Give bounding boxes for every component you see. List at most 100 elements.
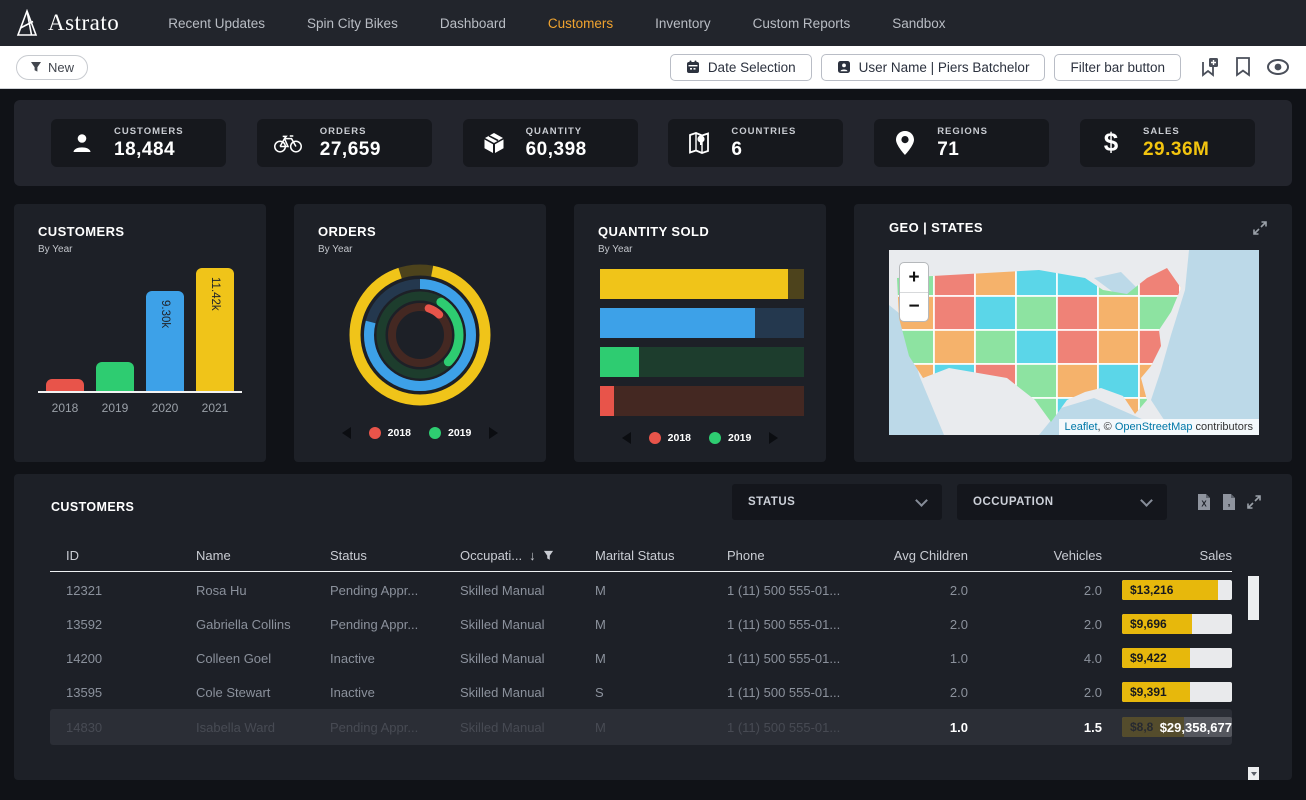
- nav-item-custom-reports[interactable]: Custom Reports: [732, 16, 872, 31]
- kpi-value: 71: [937, 139, 988, 161]
- column-label: Sales: [1199, 548, 1232, 563]
- column-header-marital-status[interactable]: Marital Status: [595, 548, 727, 563]
- quantity-hbar-chart-card[interactable]: QUANTITY SOLD By Year 20182019: [574, 204, 826, 462]
- bicycle-icon: [273, 131, 303, 155]
- legend-item-2018[interactable]: 2018: [369, 427, 411, 439]
- table-row[interactable]: 12321Rosa HuPending Appr...Skilled Manua…: [50, 573, 1232, 607]
- expand-icon[interactable]: [1252, 220, 1268, 236]
- column-header-phone[interactable]: Phone: [727, 548, 847, 563]
- next-arrow-icon[interactable]: [769, 432, 778, 444]
- kpi-card-quantity[interactable]: QUANTITY60,398: [463, 119, 638, 167]
- state-shape[interactable]: [1016, 296, 1057, 330]
- csv-export-icon[interactable]: ,: [1221, 493, 1237, 511]
- bookmark-icon[interactable]: [1233, 56, 1253, 78]
- kpi-card-regions[interactable]: REGIONS71: [874, 119, 1049, 167]
- kpi-card-customers[interactable]: CUSTOMERS18,484: [51, 119, 226, 167]
- date-selection-button[interactable]: Date Selection: [670, 54, 812, 81]
- next-arrow-icon[interactable]: [489, 427, 498, 439]
- kpi-text: COUNTRIES6: [731, 126, 796, 161]
- cell-avg-children: 2.0: [847, 685, 968, 700]
- status-filter-dropdown[interactable]: STATUS: [732, 484, 942, 520]
- hbar-fill: [600, 269, 788, 299]
- column-header-id[interactable]: ID: [50, 548, 196, 563]
- zoom-out-button[interactable]: −: [900, 292, 928, 321]
- bookmark-add-icon[interactable]: [1198, 56, 1220, 78]
- column-header-occupati-[interactable]: Occupati...↓: [460, 548, 595, 563]
- excel-export-icon[interactable]: X: [1196, 493, 1212, 511]
- table-row[interactable]: 13592Gabriella CollinsPending Appr...Ski…: [50, 607, 1232, 641]
- bar-2019[interactable]: [96, 362, 134, 391]
- hbar-2021[interactable]: [600, 269, 804, 299]
- nav-item-customers[interactable]: Customers: [527, 16, 634, 31]
- state-shape[interactable]: [934, 330, 975, 364]
- scrollbar-thumb[interactable]: [1248, 576, 1259, 620]
- sort-desc-icon[interactable]: ↓: [529, 548, 536, 563]
- state-shape[interactable]: [934, 296, 975, 330]
- osm-link[interactable]: OpenStreetMap: [1115, 421, 1193, 433]
- column-header-avg-children[interactable]: Avg Children: [847, 548, 968, 563]
- zoom-in-button[interactable]: +: [900, 263, 928, 292]
- leaflet-map[interactable]: + − Leaflet, © OpenStreetMap contributor…: [889, 250, 1259, 435]
- filter-bar-button[interactable]: Filter bar button: [1054, 54, 1181, 81]
- funnel-icon: [30, 61, 42, 73]
- brand[interactable]: Astrato: [14, 9, 119, 37]
- occupation-filter-dropdown[interactable]: OCCUPATION: [957, 484, 1167, 520]
- state-shape[interactable]: [1057, 296, 1098, 330]
- prev-arrow-icon[interactable]: [342, 427, 351, 439]
- orders-donut-chart-card[interactable]: ORDERS By Year 20182019: [294, 204, 546, 462]
- bar-2021[interactable]: 11.42k: [196, 268, 234, 391]
- column-header-vehicles[interactable]: Vehicles: [968, 548, 1102, 563]
- new-filter-button[interactable]: New: [16, 55, 88, 80]
- customers-bar-chart-card[interactable]: CUSTOMERS By Year 9.30k11.42k 2018201920…: [14, 204, 266, 462]
- sales-bar: $9,696: [1122, 614, 1232, 634]
- state-shape[interactable]: [1098, 330, 1139, 364]
- state-shape[interactable]: [1016, 330, 1057, 364]
- hbar-legend: 2018 2019: [598, 432, 802, 444]
- state-shape[interactable]: [975, 330, 1016, 364]
- kpi-card-sales[interactable]: $SALES29.36M: [1080, 119, 1255, 167]
- scrollbar-down-arrow[interactable]: [1248, 767, 1259, 780]
- table-row[interactable]: 14200Colleen GoelInactiveSkilled ManualM…: [50, 641, 1232, 675]
- geo-states-map-card[interactable]: GEO | STATES + − Leaflet, © OpenStreetMa…: [854, 204, 1292, 462]
- eye-icon[interactable]: [1266, 58, 1290, 76]
- table-row[interactable]: 13595Cole StewartInactiveSkilled ManualS…: [50, 675, 1232, 709]
- cell-occupation: Skilled Manual: [460, 685, 595, 700]
- charts-row: CUSTOMERS By Year 9.30k11.42k 2018201920…: [14, 204, 1292, 462]
- hbar-2018[interactable]: [600, 386, 804, 416]
- kpi-strip: CUSTOMERS18,484 ORDERS27,659 QUANTITY60,39…: [14, 100, 1292, 186]
- column-header-status[interactable]: Status: [330, 548, 460, 563]
- nav-item-sandbox[interactable]: Sandbox: [871, 16, 966, 31]
- column-header-name[interactable]: Name: [196, 548, 330, 563]
- bar-2020[interactable]: 9.30k: [146, 291, 184, 391]
- cell-phone: 1 (11) 500 555-01...: [727, 617, 847, 632]
- chart-subtitle: By Year: [318, 244, 522, 255]
- nav-item-inventory[interactable]: Inventory: [634, 16, 732, 31]
- legend-item-2018[interactable]: 2018: [649, 432, 691, 444]
- user-button[interactable]: User Name | Piers Batchelor: [821, 54, 1046, 81]
- legend-item-2019[interactable]: 2019: [709, 432, 751, 444]
- cell-avg-children: 2.0: [847, 583, 968, 598]
- bar-2018[interactable]: [46, 379, 84, 391]
- kpi-card-countries[interactable]: COUNTRIES6: [668, 119, 843, 167]
- kpi-label: QUANTITY: [526, 126, 587, 137]
- nav-item-spin-city-bikes[interactable]: Spin City Bikes: [286, 16, 419, 31]
- expand-icon[interactable]: [1246, 494, 1262, 510]
- nav-item-dashboard[interactable]: Dashboard: [419, 16, 527, 31]
- column-filter-icon[interactable]: [543, 550, 554, 561]
- kpi-card-orders[interactable]: ORDERS27,659: [257, 119, 432, 167]
- chart-subtitle: By Year: [38, 244, 242, 255]
- hbar-2019[interactable]: [600, 347, 804, 377]
- top-nav-bar: Astrato Recent UpdatesSpin City BikesDas…: [0, 0, 1306, 46]
- leaflet-link[interactable]: Leaflet: [1065, 421, 1098, 433]
- state-shape[interactable]: [1098, 296, 1139, 330]
- hbar-2020[interactable]: [600, 308, 804, 338]
- column-header-sales[interactable]: Sales: [1102, 548, 1232, 563]
- prev-arrow-icon[interactable]: [622, 432, 631, 444]
- hbar-fill: [600, 347, 639, 377]
- legend-item-2019[interactable]: 2019: [429, 427, 471, 439]
- state-shape[interactable]: [1057, 330, 1098, 364]
- nav-item-recent-updates[interactable]: Recent Updates: [147, 16, 286, 31]
- table-scrollbar[interactable]: [1248, 576, 1259, 746]
- svg-text:,: ,: [1228, 498, 1231, 509]
- state-shape[interactable]: [975, 296, 1016, 330]
